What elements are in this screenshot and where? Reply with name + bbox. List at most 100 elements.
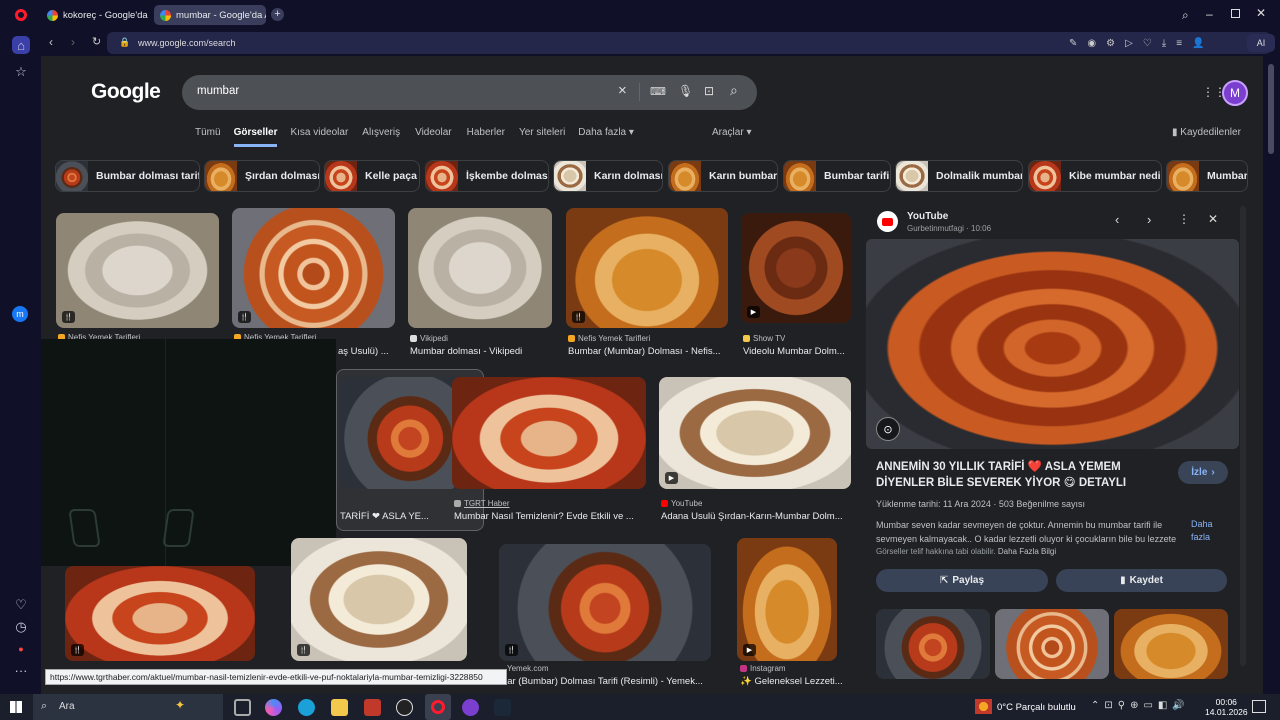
result-source-4[interactable]: Nefis Yemek Tarifleri xyxy=(568,334,650,343)
ai-button[interactable]: AI xyxy=(1247,34,1275,52)
record-icon[interactable]: ● xyxy=(12,640,30,658)
opera-taskbar[interactable] xyxy=(425,694,451,720)
search-input[interactable]: mumbar xyxy=(197,85,239,97)
minimize-button[interactable]: – xyxy=(1206,7,1213,21)
close-window-button[interactable]: ✕ xyxy=(1256,6,1266,20)
result-image-7[interactable] xyxy=(452,377,646,489)
result-image-9a[interactable]: 🍴 xyxy=(65,566,255,661)
chip-kelle-paca[interactable]: Kelle paça xyxy=(324,160,420,192)
avatar[interactable]: M xyxy=(1222,80,1248,106)
result-source-8[interactable]: YouTube xyxy=(661,499,702,508)
play-icon[interactable]: ▷ xyxy=(1125,38,1133,49)
result-image-5[interactable]: ▶ xyxy=(741,213,851,323)
profile-icon[interactable]: 👤 xyxy=(1192,38,1204,49)
steam-icon[interactable] xyxy=(494,699,511,716)
related-image-1[interactable] xyxy=(876,609,990,679)
chip-sirdan-dolmasi[interactable]: Şırdan dolması xyxy=(204,160,320,192)
search-box[interactable]: mumbar × ⌨ 🎙 ⊡ ⌕ xyxy=(182,75,757,110)
maximize-button[interactable] xyxy=(1231,9,1240,18)
save-button[interactable]: ▮ Kaydet xyxy=(1056,569,1227,592)
tab-short-videos[interactable]: Kısa videolar xyxy=(290,127,348,147)
result-title-2[interactable]: aş Usulü) ... xyxy=(338,346,398,357)
tab-news[interactable]: Haberler xyxy=(467,127,505,147)
new-tab-button[interactable]: + xyxy=(271,8,284,21)
tray-icons[interactable]: ⌃⊡⚲⊕▭◧🔊 xyxy=(1091,700,1190,711)
search-tabs-icon[interactable]: ⌕ xyxy=(1182,8,1189,23)
saved-button[interactable]: ▮ Kaydedilenler xyxy=(1172,127,1241,138)
result-source-10[interactable]: Instagram xyxy=(740,664,786,673)
task-view-icon[interactable] xyxy=(234,699,251,716)
more-icon[interactable]: ··· xyxy=(12,661,30,679)
weather-text[interactable]: 0°C Parçalı bulutlu xyxy=(997,702,1076,713)
url-field[interactable]: 🔒 www.google.com/search ✎ ◉ ⚙ ▷ ♡ ⤓ ≡ 👤 xyxy=(107,32,1271,54)
keyboard-icon[interactable]: ⌨ xyxy=(650,85,666,98)
star-icon[interactable]: ☆ xyxy=(12,63,30,81)
tab-images[interactable]: Görseller xyxy=(233,127,278,147)
panel-scrollbar[interactable] xyxy=(1240,206,1246,666)
result-image-9b[interactable]: 🍴 xyxy=(291,538,467,661)
tab-all[interactable]: Tümü xyxy=(195,127,221,147)
search-icon[interactable]: ⌕ xyxy=(730,82,738,99)
more-info-link[interactable]: Daha Fazla Bilgi xyxy=(998,547,1056,556)
close-panel-icon[interactable]: ✕ xyxy=(1208,212,1218,226)
panel-title[interactable]: ANNEMİN 30 YILLIK TARİFİ ❤️ ASLA YEMEM D… xyxy=(876,459,1176,491)
edge-icon[interactable] xyxy=(298,699,315,716)
result-title-8[interactable]: Adana Usulü Şırdan-Karın-Mumbar Dolm... xyxy=(661,511,849,522)
more-link[interactable]: Daha fazla xyxy=(1191,518,1231,544)
download-icon[interactable]: ⤓ xyxy=(1162,38,1166,49)
app3-icon[interactable] xyxy=(462,699,479,716)
clear-icon[interactable]: × xyxy=(618,82,627,99)
extension-icon[interactable]: ⚙ xyxy=(1106,38,1115,49)
taskbar-search[interactable]: ⌕ Ara ✦ xyxy=(33,694,223,720)
notification-icon[interactable] xyxy=(1252,700,1266,713)
home-icon[interactable]: ⌂ xyxy=(12,36,30,54)
prev-icon[interactable]: ‹ xyxy=(1115,212,1119,227)
chip-bumbar-tarifi[interactable]: Bumbar tarifi xyxy=(783,160,891,192)
windows-start-icon[interactable] xyxy=(10,701,22,713)
chip-mumbar[interactable]: Mumbar xyxy=(1166,160,1248,192)
panel-source[interactable]: YouTube xyxy=(907,211,948,222)
microphone-icon[interactable]: 🎙 xyxy=(678,84,693,98)
lens-icon[interactable]: ⊡ xyxy=(704,84,714,98)
app-icon[interactable] xyxy=(364,699,381,716)
video-overlay[interactable] xyxy=(41,339,336,566)
snapshot-icon[interactable]: ✎ xyxy=(1069,38,1077,49)
tools-button[interactable]: Araçlar ▾ xyxy=(712,127,752,138)
next-icon[interactable]: › xyxy=(1147,212,1151,227)
result-source-5[interactable]: Show TV xyxy=(743,334,785,343)
more-options-icon[interactable]: ⋮ xyxy=(1178,212,1190,226)
result-title-10[interactable]: ✨ Geleneksel Lezzeti... xyxy=(740,676,850,687)
result-image-2[interactable]: 🍴 xyxy=(232,208,395,328)
related-image-2[interactable] xyxy=(995,609,1109,679)
tab-videos[interactable]: Videolar xyxy=(415,127,452,147)
folder-icon[interactable] xyxy=(331,699,348,716)
result-source-3[interactable]: Vikipedi xyxy=(410,334,448,343)
result-image-4[interactable]: 🍴 xyxy=(566,208,728,328)
chip-karin-bumbar[interactable]: Karın bumbar xyxy=(668,160,778,192)
result-image-1[interactable]: 🍴 xyxy=(56,213,219,328)
reload-button[interactable]: ↻ xyxy=(92,35,101,48)
result-title-4[interactable]: Bumbar (Mumbar) Dolması - Nefis... xyxy=(568,346,728,357)
result-image-3[interactable] xyxy=(408,208,552,328)
result-image-9[interactable]: 🍴 xyxy=(499,544,711,661)
result-image-10[interactable]: ▶ xyxy=(737,538,837,661)
heart-icon[interactable]: ♡ xyxy=(1143,38,1152,49)
tab-kokorec[interactable]: kokoreç - Google'da Ara xyxy=(41,5,149,25)
back-button[interactable]: ‹ xyxy=(49,35,53,49)
clock[interactable]: 00:06 14.01.2026 xyxy=(1205,697,1248,717)
result-title-7[interactable]: Mumbar Nasıl Temizlenir? Evde Etkili ve … xyxy=(454,511,646,522)
forward-button[interactable]: › xyxy=(71,35,75,49)
related-image-3[interactable] xyxy=(1114,609,1228,679)
tab-shopping[interactable]: Alışveriş xyxy=(362,127,400,147)
chip-karin-dolmasi[interactable]: Karın dolması xyxy=(553,160,663,192)
panel-main-image[interactable]: ⊙ xyxy=(866,239,1239,449)
google-logo[interactable]: Google xyxy=(91,80,161,104)
result-title-3[interactable]: Mumbar dolması - Vikipedi xyxy=(410,346,552,357)
tab-web[interactable]: Yer siteleri xyxy=(519,127,565,147)
opera-logo[interactable] xyxy=(15,9,27,21)
menu-icon[interactable]: ≡ xyxy=(1176,38,1182,49)
tab-mumbar[interactable]: mumbar - Google'da Ara xyxy=(154,5,266,25)
chip-kibe-mumbar-nedir[interactable]: Kibe mumbar nedir xyxy=(1028,160,1162,192)
result-image-8[interactable]: ▶ xyxy=(659,377,851,489)
chip-iskembe-dolmasi[interactable]: İşkembe dolması xyxy=(425,160,549,192)
